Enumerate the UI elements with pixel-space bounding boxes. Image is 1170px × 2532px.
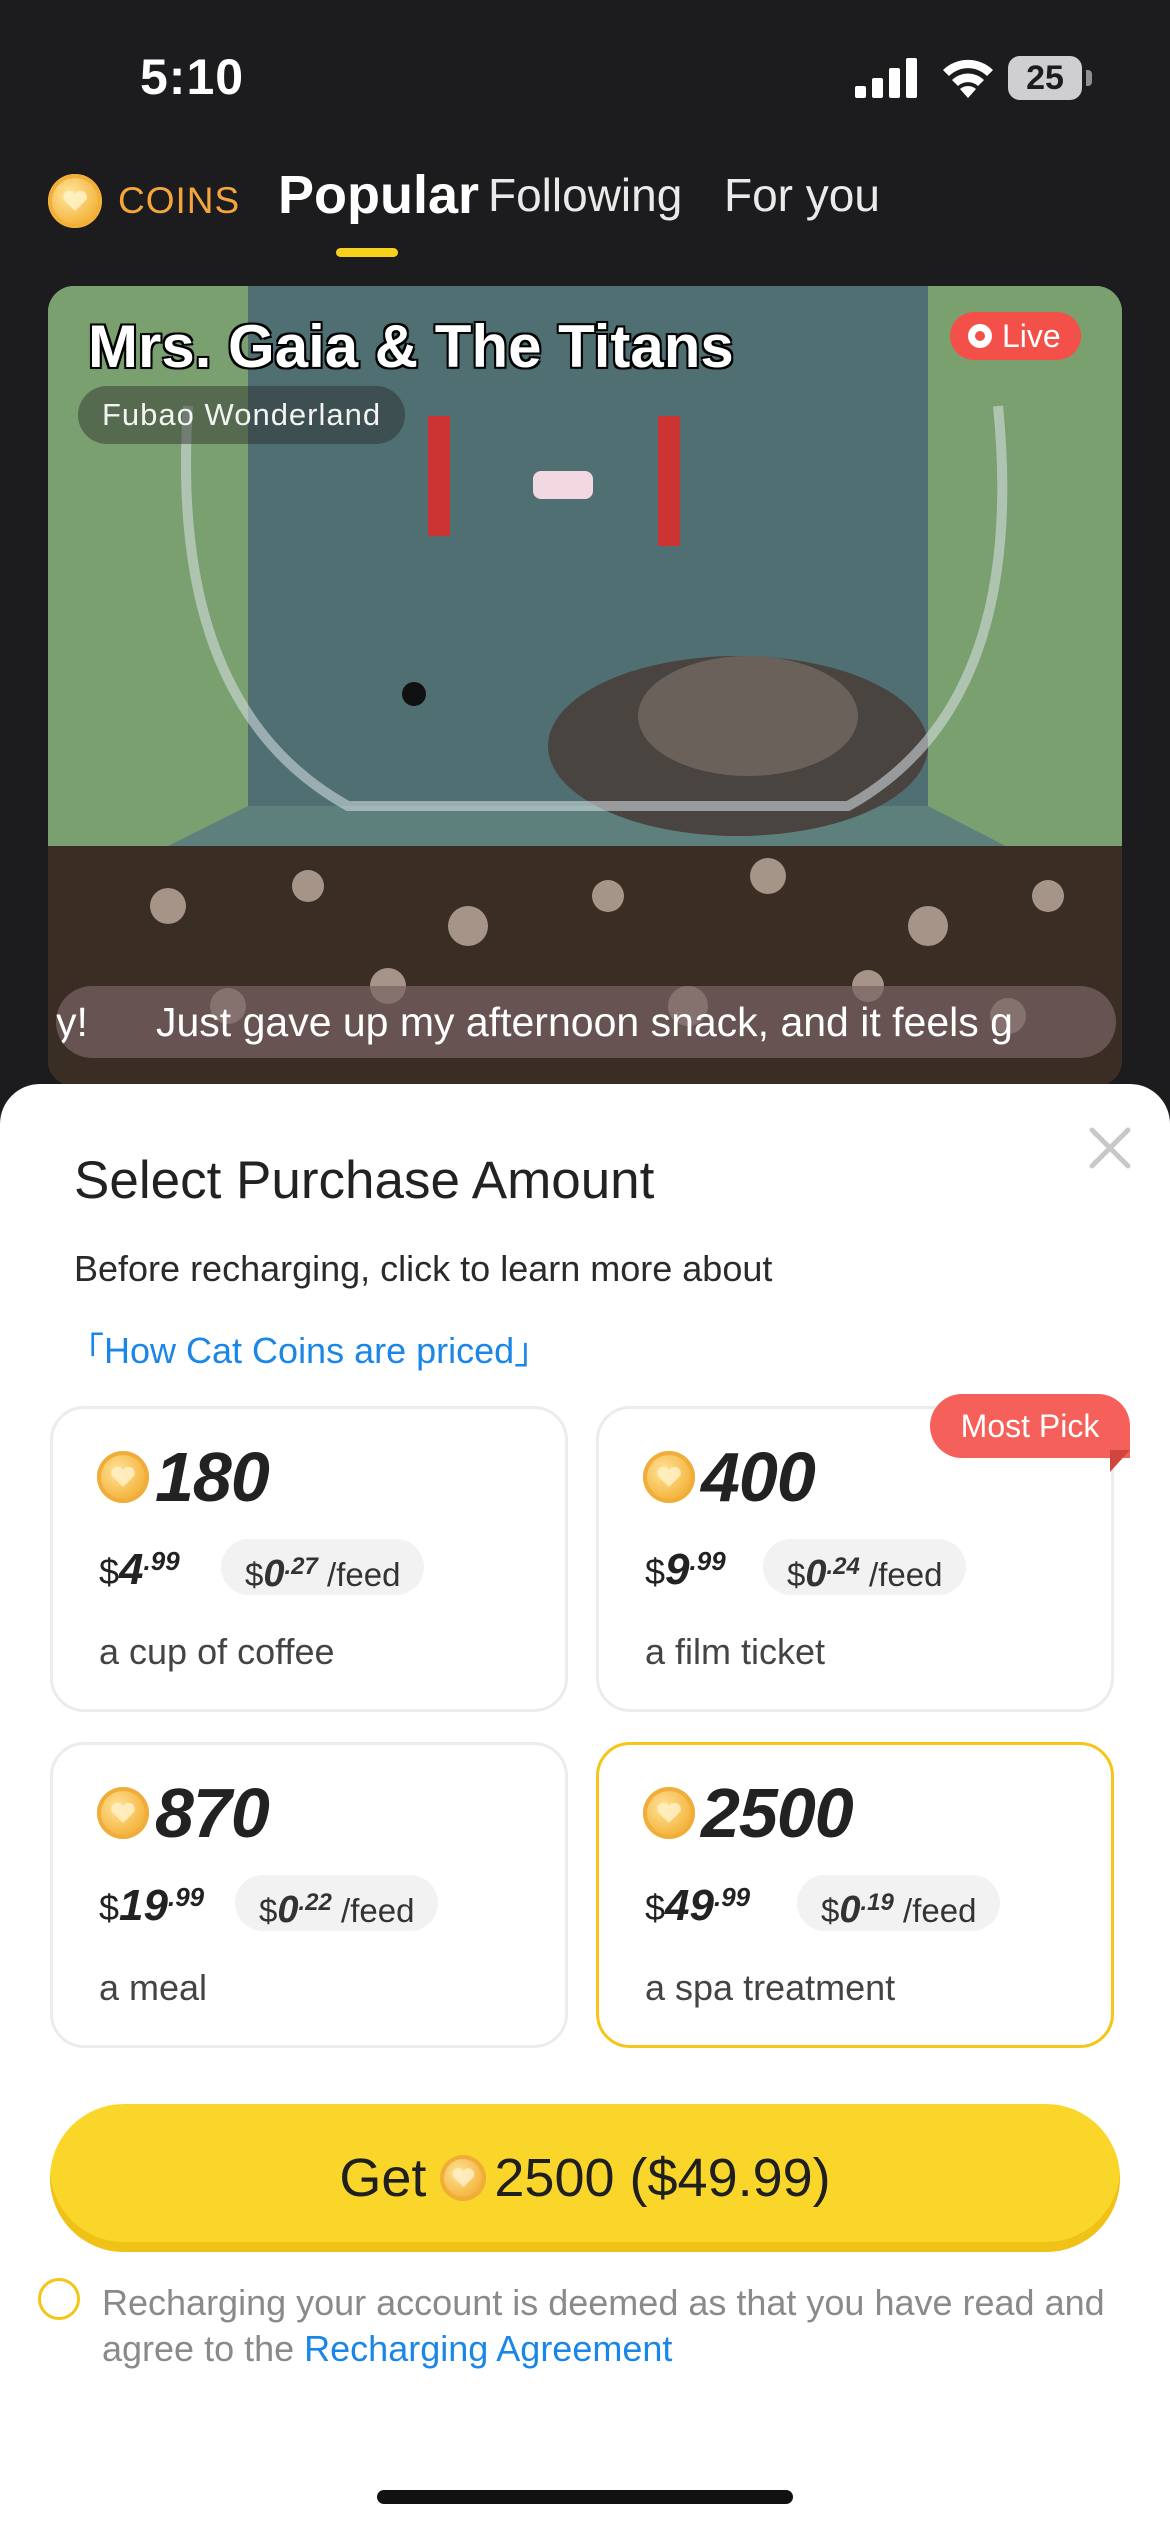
coin-icon (440, 2155, 487, 2201)
recharging-agreement-link[interactable]: Recharging Agreement (304, 2328, 672, 2369)
active-tab-indicator (336, 248, 398, 257)
wifi-icon (943, 59, 993, 98)
cellular-signal-icon (855, 58, 917, 98)
package-description: a film ticket (645, 1631, 826, 1672)
per-feed-price: $0.24 /feed (763, 1539, 967, 1595)
package-price: $9.99 (645, 1545, 726, 1594)
tab-popular[interactable]: Popular (278, 164, 479, 226)
tab-for-you[interactable]: For you (724, 168, 880, 222)
package-description: a meal (99, 1967, 208, 2008)
coin-icon (643, 1787, 695, 1839)
comment-ticker: y! Just gave up my afternoon snack, and … (56, 986, 1116, 1058)
package-description: a spa treatment (645, 1967, 896, 2008)
pricing-info-link[interactable]: 「How Cat Coins are priced」 (68, 1322, 550, 1374)
package-coin-amount: 2500 (701, 1774, 854, 1852)
status-time: 5:10 (140, 49, 245, 105)
get-coins-button[interactable]: Get 2500 ($49.99) (50, 2104, 1120, 2252)
package-price: $4.99 (99, 1545, 180, 1594)
home-indicator[interactable] (377, 2490, 793, 2504)
package-card-2500[interactable]: 2500 $49.99 $0.19 /feed a spa treatment (596, 1742, 1114, 2048)
sheet-title: Select Purchase Amount (74, 1151, 655, 1210)
package-card-180[interactable]: 180 $4.99 $0.27 /feed a cup of coffee (50, 1406, 568, 1712)
per-feed-price: $0.27 /feed (221, 1539, 425, 1595)
ticker-prefix: y! (56, 999, 88, 1045)
coin-icon[interactable] (48, 174, 102, 228)
agreement-checkbox[interactable] (38, 2278, 80, 2320)
package-coin-amount: 180 (155, 1438, 270, 1516)
package-card-870[interactable]: 870 $19.99 $0.22 /feed a meal (50, 1742, 568, 2048)
most-pick-badge: Most Pick (930, 1394, 1130, 1458)
coin-icon (643, 1451, 695, 1503)
close-icon[interactable] (1084, 1122, 1136, 1174)
coins-button[interactable]: COINS (118, 180, 240, 222)
sheet-description: Before recharging, click to learn more a… (74, 1248, 773, 1289)
package-description: a cup of coffee (99, 1631, 335, 1672)
coin-icon (97, 1787, 149, 1839)
battery-icon: 25 (1008, 56, 1092, 100)
agreement-text: Recharging your account is deemed as tha… (102, 2282, 1105, 2369)
ticker-text: Just gave up my afternoon snack, and it … (156, 999, 1013, 1045)
package-price: $49.99 (645, 1881, 751, 1930)
cta-prefix: Get (339, 2148, 427, 2208)
live-label: Live (1002, 318, 1061, 354)
stream-title: Mrs. Gaia & The Titans (88, 313, 734, 380)
per-feed-price: $0.19 /feed (797, 1875, 1001, 1931)
coin-icon (97, 1451, 149, 1503)
battery-level: 25 (1026, 59, 1064, 97)
cta-amount: 2500 ($49.99) (494, 2148, 831, 2208)
live-dot-icon (968, 324, 992, 348)
stream-channel-name: Fubao Wonderland (78, 386, 406, 444)
live-badge: Live (950, 312, 1081, 360)
package-coin-amount: 400 (701, 1438, 816, 1516)
tab-following[interactable]: Following (488, 168, 682, 222)
per-feed-price: $0.22 /feed (235, 1875, 439, 1931)
package-coin-amount: 870 (155, 1774, 270, 1852)
package-price: $19.99 (99, 1881, 205, 1930)
